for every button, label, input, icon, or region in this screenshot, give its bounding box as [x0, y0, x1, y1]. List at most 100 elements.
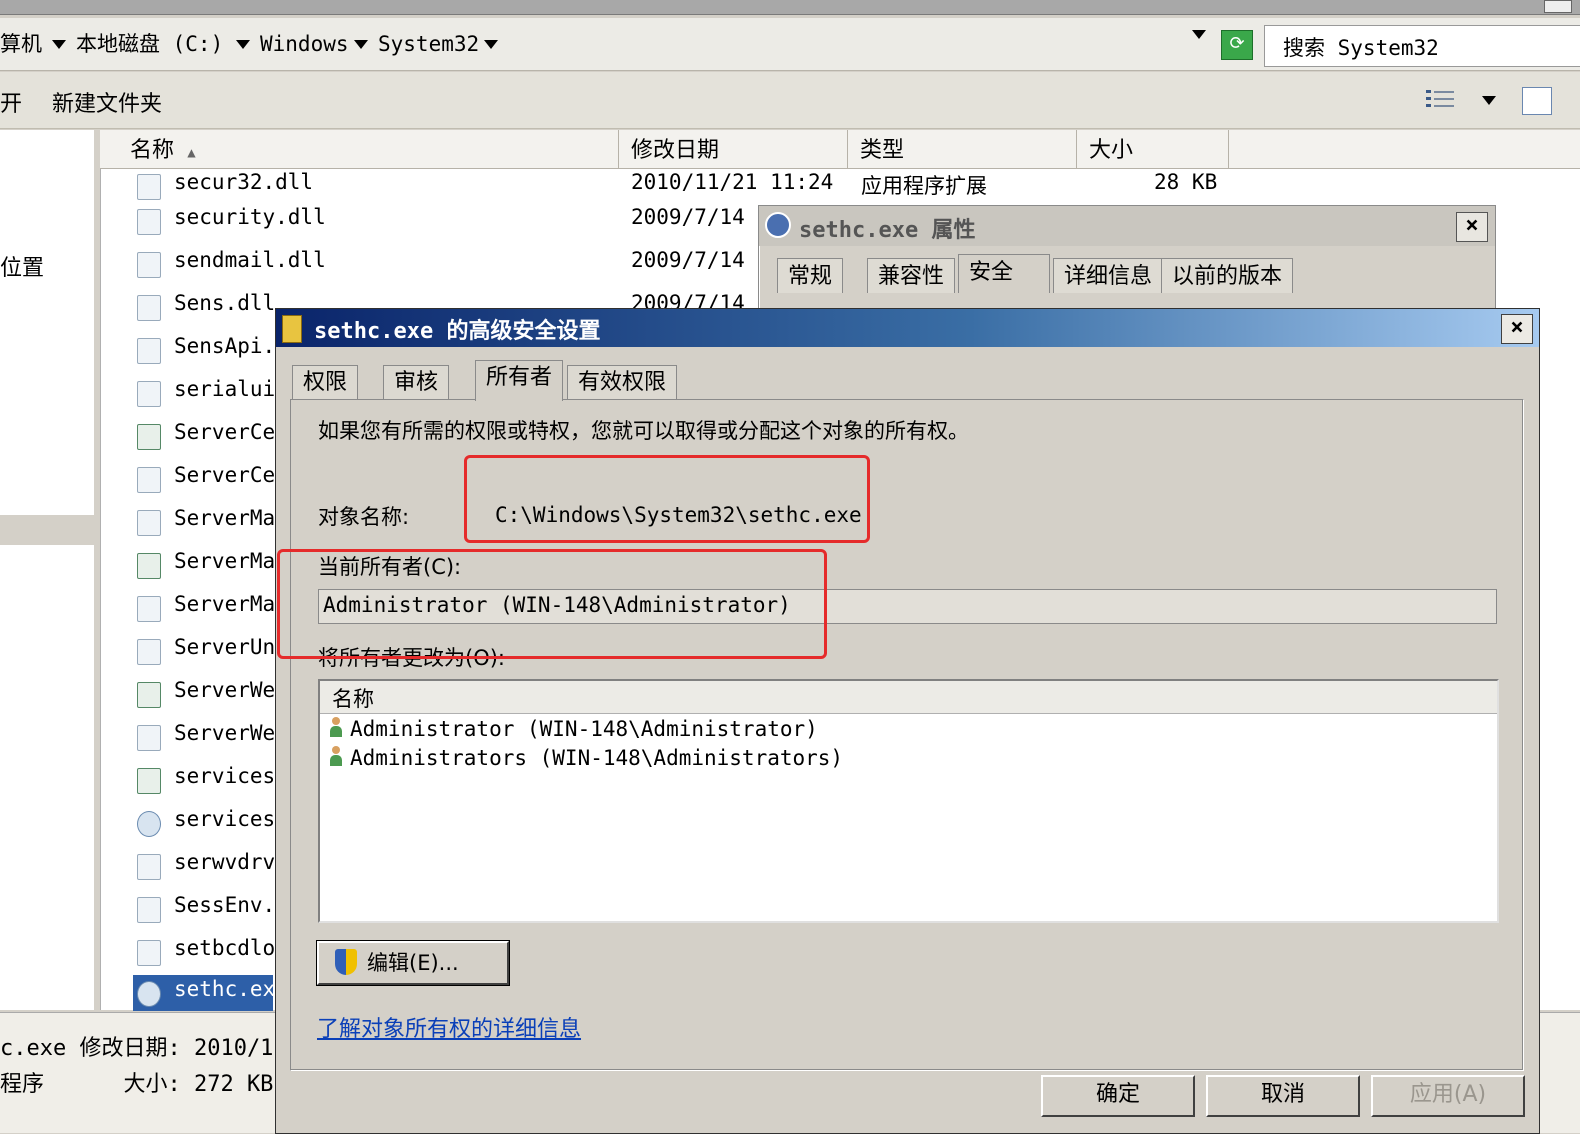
dll-file-icon	[137, 940, 161, 966]
owner-intro-text: 如果您有所需的权限或特权，您就可以取得或分配这个对象的所有权。	[318, 419, 969, 443]
dll-file-icon	[137, 381, 161, 407]
dll-file-icon	[137, 510, 161, 536]
file-row[interactable]: secur32.dll 2010/11/21 11:24 应用程序扩展 28 KB	[133, 168, 1573, 204]
properties-title-bar: sethc.exe 属性 ×	[759, 206, 1495, 246]
column-size[interactable]: 大小	[1077, 130, 1229, 168]
chevron-down-icon[interactable]	[484, 40, 498, 49]
file-name: ServerUn	[174, 635, 276, 659]
file-name: security.dll	[174, 205, 326, 229]
close-icon[interactable]: ×	[1501, 314, 1533, 344]
file-date: 2010/11/21 11:24	[631, 170, 834, 194]
application-icon	[137, 553, 161, 579]
chevron-down-icon[interactable]	[236, 40, 250, 49]
object-name-label: 对象名称:	[318, 505, 410, 529]
window-title-strip	[0, 0, 1580, 15]
dll-file-icon	[137, 174, 161, 200]
advanced-security-dialog: sethc.exe 的高级安全设置 × 权限 审核 所有者 有效权限 如果您有所…	[275, 308, 1540, 1134]
properties-title: sethc.exe 属性	[799, 218, 976, 243]
tab-effective-permissions[interactable]: 有效权限	[567, 365, 678, 400]
column-name[interactable]: 名称 ▲	[100, 130, 619, 168]
sethc-app-icon	[765, 212, 791, 238]
dll-file-icon	[137, 725, 161, 751]
dll-file-icon	[137, 639, 161, 665]
advanced-title-bar: sethc.exe 的高级安全设置 ×	[276, 309, 1539, 347]
file-row[interactable]: sethc.ex	[133, 975, 275, 1011]
application-icon	[137, 424, 161, 450]
file-name: services	[174, 807, 276, 831]
gear-icon	[137, 811, 161, 837]
column-type[interactable]: 类型	[848, 130, 1077, 168]
file-name: Sens.dll	[174, 291, 276, 315]
preview-pane-icon[interactable]	[1522, 87, 1552, 115]
list-item-administrators[interactable]: Administrators (WIN-148\Administrators)	[328, 746, 843, 774]
file-name: serwvdrv	[174, 850, 276, 874]
edit-button[interactable]: 编辑(E)...	[317, 941, 509, 985]
column-header: 名称 ▲ 修改日期 类型 大小	[100, 130, 1580, 169]
file-name: serialui	[174, 377, 276, 401]
search-input[interactable]: 搜索 System32	[1264, 25, 1580, 67]
file-size: 28 KB	[1154, 170, 1218, 194]
list-item-administrator[interactable]: Administrator (WIN-148\Administrator)	[328, 717, 818, 745]
dll-file-icon	[137, 467, 161, 493]
tab-permissions[interactable]: 权限	[292, 365, 359, 400]
owner-candidates-list: 名称 Administrator (WIN-148\Administrator)…	[318, 679, 1499, 923]
view-dropdown-icon[interactable]	[1482, 96, 1496, 105]
application-icon	[137, 768, 161, 794]
breadcrumb-windows[interactable]: Windows	[260, 30, 349, 58]
minimize-button[interactable]	[1544, 0, 1572, 13]
ok-button[interactable]: 确定	[1041, 1075, 1195, 1117]
dll-file-icon	[137, 295, 161, 321]
file-name: SensApi.	[174, 334, 276, 358]
cancel-button[interactable]: 取消	[1206, 1075, 1360, 1117]
file-name: services	[174, 764, 276, 788]
dll-file-icon	[137, 897, 161, 923]
search-placeholder: 搜索 System32	[1283, 36, 1439, 60]
file-name: ServerCe	[174, 463, 276, 487]
list-view-icon[interactable]	[1426, 88, 1454, 112]
file-name: ServerWe	[174, 721, 276, 745]
chevron-down-icon[interactable]	[52, 40, 66, 49]
file-name: secur32.dll	[174, 170, 314, 194]
user-group-icon	[328, 746, 344, 768]
highlight-object-name	[464, 455, 870, 543]
dll-file-icon	[137, 596, 161, 622]
file-name: sendmail.dll	[174, 248, 326, 272]
breadcrumb-system32[interactable]: System32	[378, 30, 479, 58]
file-name: ServerMa	[174, 549, 276, 573]
breadcrumb-computer[interactable]: 算机	[0, 30, 42, 58]
file-type: 应用程序扩展	[861, 174, 987, 198]
toolbar: 开 新建文件夹	[0, 72, 1580, 129]
open-button[interactable]: 开	[0, 86, 22, 118]
dll-file-icon	[137, 252, 161, 278]
list-header-name: 名称	[332, 687, 374, 711]
file-name: setbcdlo	[174, 936, 276, 960]
folder-lock-icon	[282, 315, 302, 343]
file-date: 2009/7/14 9	[631, 248, 771, 272]
nav-item-location[interactable]: 位置	[0, 250, 44, 282]
tab-compatibility[interactable]: 兼容性	[867, 258, 956, 293]
application-icon	[137, 682, 161, 708]
tab-owner[interactable]: 所有者	[475, 360, 564, 401]
column-date[interactable]: 修改日期	[619, 130, 848, 168]
file-name: SessEnv.	[174, 893, 276, 917]
uac-shield-icon	[335, 949, 357, 975]
dll-file-icon	[137, 209, 161, 235]
chevron-down-icon[interactable]	[354, 40, 368, 49]
list-column-header[interactable]: 名称	[320, 681, 1497, 714]
address-dropdown-icon[interactable]	[1192, 30, 1206, 39]
tab-auditing[interactable]: 审核	[383, 365, 450, 400]
close-icon[interactable]: ×	[1456, 212, 1488, 242]
gear-icon	[137, 981, 161, 1007]
tab-general[interactable]: 常规	[777, 258, 844, 293]
learn-ownership-link[interactable]: 了解对象所有权的详细信息	[317, 1011, 581, 1043]
tab-details[interactable]: 详细信息	[1053, 258, 1164, 293]
refresh-icon[interactable]: ⟳	[1221, 30, 1253, 60]
tab-previous-versions[interactable]: 以前的版本	[1161, 258, 1294, 293]
highlight-current-owner	[277, 549, 827, 659]
new-folder-button[interactable]: 新建文件夹	[52, 86, 162, 118]
file-name: ServerMa	[174, 592, 276, 616]
apply-button[interactable]: 应用(A)	[1371, 1075, 1525, 1117]
detail-name-date: c.exe 修改日期: 2010/11	[0, 1036, 287, 1061]
tab-security[interactable]: 安全	[958, 254, 1050, 293]
breadcrumb-local-disk[interactable]: 本地磁盘 (C:)	[76, 30, 223, 58]
